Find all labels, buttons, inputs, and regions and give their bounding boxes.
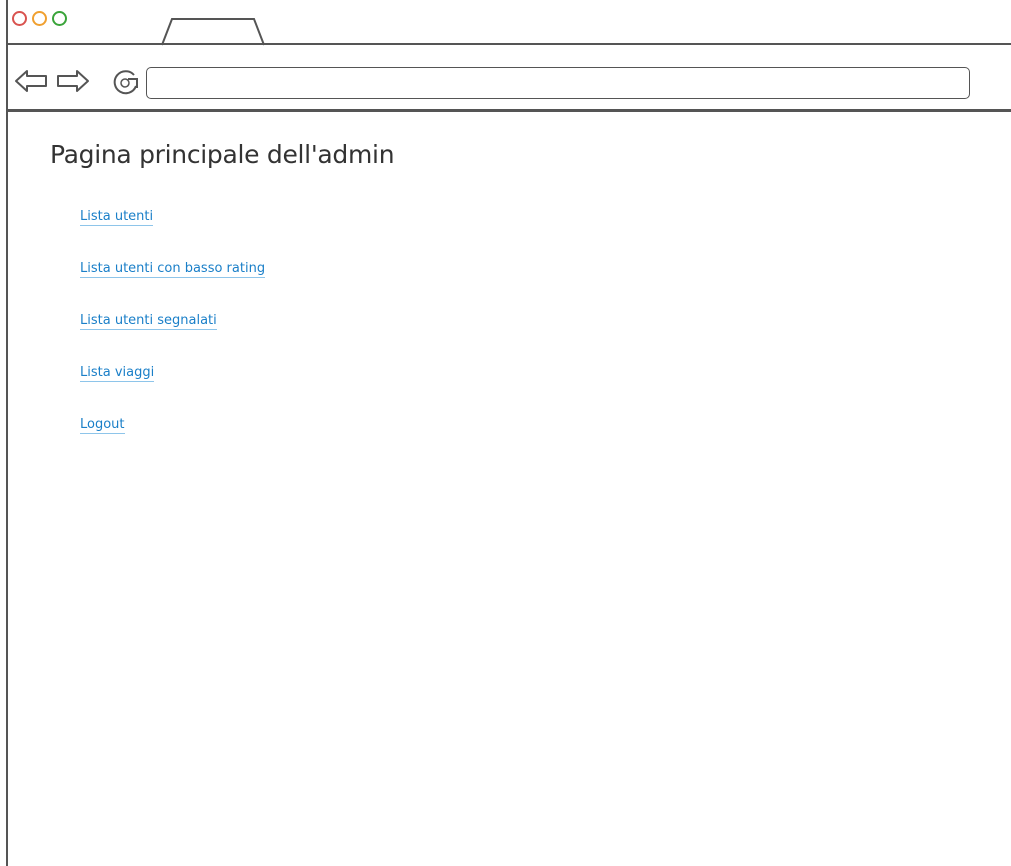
list-item: Logout <box>80 413 265 465</box>
page-title: Pagina principale dell'admin <box>50 140 395 169</box>
toolbar-divider <box>6 109 1011 112</box>
window-left-border <box>6 0 8 866</box>
reload-icon[interactable] <box>110 66 144 100</box>
list-item: Lista utenti con basso rating <box>80 257 266 309</box>
maximize-window-button[interactable] <box>52 11 67 26</box>
list-item: Lista viaggi <box>80 361 265 413</box>
admin-menu: Lista utenti Lista utenti con basso rati… <box>80 205 266 465</box>
tab-bar-divider <box>6 43 1011 45</box>
close-window-button[interactable] <box>12 11 27 26</box>
address-bar[interactable] <box>146 67 970 99</box>
link-lista-utenti-basso-rating[interactable]: Lista utenti con basso rating <box>80 261 266 278</box>
minimize-window-button[interactable] <box>32 11 47 26</box>
link-lista-utenti-segnalati[interactable]: Lista utenti segnalati <box>80 313 217 330</box>
list-item: Lista utenti segnalati <box>80 309 265 361</box>
link-lista-utenti[interactable]: Lista utenti <box>80 209 154 226</box>
browser-tab[interactable] <box>158 16 268 46</box>
back-arrow-icon[interactable] <box>14 66 50 96</box>
browser-window: Pagina principale dell'admin Lista utent… <box>0 0 1011 866</box>
link-lista-viaggi[interactable]: Lista viaggi <box>80 365 155 382</box>
list-item: Lista utenti <box>80 205 265 257</box>
link-logout[interactable]: Logout <box>80 417 125 434</box>
traffic-lights <box>12 11 67 26</box>
forward-arrow-icon[interactable] <box>54 66 90 96</box>
